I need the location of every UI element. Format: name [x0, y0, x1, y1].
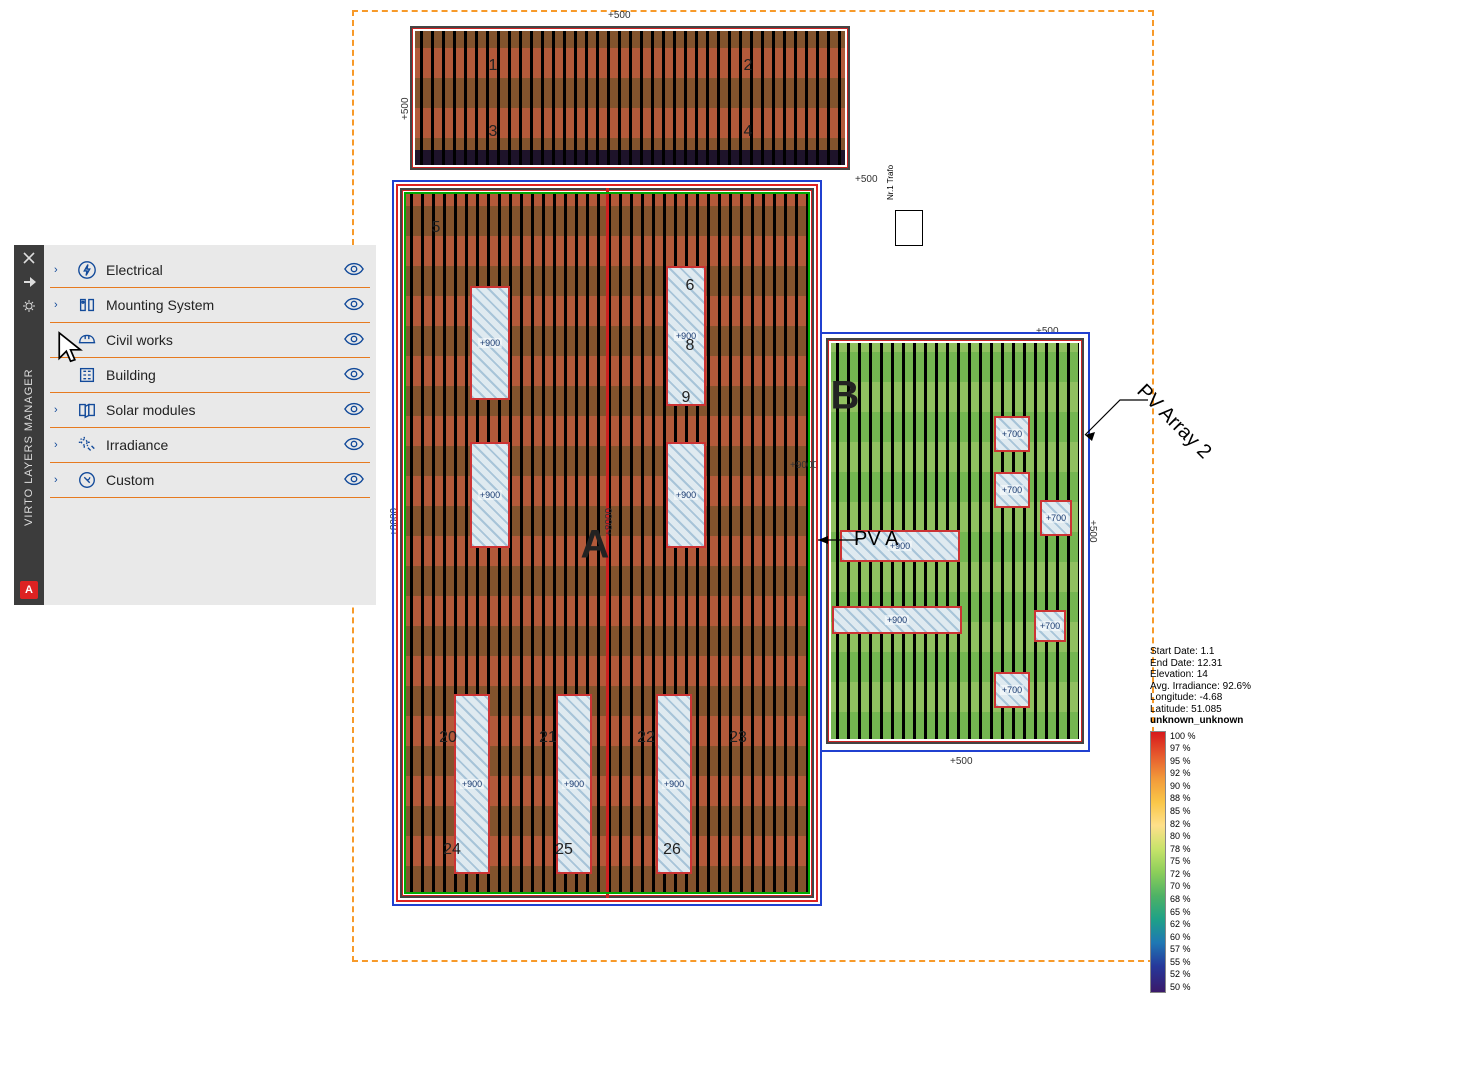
zone-number: 24 — [443, 841, 461, 859]
chevron-right-icon[interactable]: › — [54, 474, 68, 486]
zone-number: 3 — [489, 123, 498, 141]
layer-row-irradiance[interactable]: › Irradiance — [50, 428, 370, 463]
callout-pv-array-2: PV Array 2 — [1148, 380, 1244, 403]
dim-rroof-right: +500 — [1087, 520, 1098, 543]
chevron-right-icon[interactable]: › — [54, 439, 68, 451]
pv-array-top[interactable] — [410, 26, 850, 170]
skylight: +900 — [666, 442, 706, 548]
skylight: +700 — [1034, 610, 1066, 642]
irradiance-legend: Start Date: 1.1 End Date: 12.31 Elevatio… — [1150, 646, 1450, 993]
dim-rroof-top: +500 — [1036, 326, 1059, 337]
dim-left-main: +8000 — [389, 508, 400, 536]
zone-number: 2 — [744, 57, 753, 75]
eye-icon[interactable] — [344, 297, 366, 314]
colorbar-ticks: 100 %97 % 95 %92 % 90 %88 % 85 %82 % 80 … — [1170, 731, 1196, 993]
zone-number: 5 — [432, 219, 441, 237]
gear-icon[interactable] — [22, 299, 36, 313]
layer-row-custom[interactable]: › Custom — [50, 463, 370, 498]
zone-number: 6 — [686, 277, 695, 295]
chevron-right-icon[interactable]: › — [54, 264, 68, 276]
dim-right-main: +9000 — [790, 460, 818, 471]
layer-row-building[interactable]: › Building — [50, 358, 370, 393]
mounting-icon — [76, 294, 98, 316]
zone-number: 26 — [663, 841, 681, 859]
zone-number: 1 — [489, 57, 498, 75]
dim-top: +500 — [608, 10, 631, 21]
zone-number: 23 — [729, 729, 747, 747]
layer-name: Solar modules — [106, 402, 336, 418]
wrench-gear-icon — [76, 469, 98, 491]
dim-mid-main: +8000 — [604, 508, 615, 536]
dim-right-top: +500 — [855, 174, 878, 185]
skylight: +700 — [994, 472, 1030, 508]
section-label-B: B — [831, 374, 860, 419]
skylight: +700 — [994, 672, 1030, 708]
eye-icon[interactable] — [344, 367, 366, 384]
skylight: +900 — [470, 442, 510, 548]
layers-manager-palette[interactable]: VIRTO LAYERS MANAGER A › Electrical › Mo… — [14, 245, 376, 605]
legend-colorbar: 100 %97 % 95 %92 % 90 %88 % 85 %82 % 80 … — [1150, 731, 1450, 993]
skylight: +700 — [994, 416, 1030, 452]
zone-number: 9 — [682, 389, 691, 407]
layer-row-mounting[interactable]: › Mounting System — [50, 288, 370, 323]
palette-title: VIRTO LAYERS MANAGER — [23, 323, 35, 571]
layer-row-solar[interactable]: › Solar modules — [50, 393, 370, 428]
chevron-right-icon[interactable]: › — [54, 404, 68, 416]
mouse-cursor-icon — [55, 330, 89, 364]
legend-meta: Start Date: 1.1 End Date: 12.31 Elevatio… — [1150, 646, 1450, 727]
layer-name: Electrical — [106, 262, 336, 278]
eye-icon[interactable] — [344, 262, 366, 279]
skylight: +900 — [832, 606, 962, 634]
layer-name: Custom — [106, 472, 336, 488]
layer-name: Building — [106, 367, 336, 383]
eye-icon[interactable] — [344, 402, 366, 419]
pin-icon[interactable] — [22, 275, 36, 289]
app-badge: A — [20, 581, 38, 599]
skylight: +700 — [1040, 500, 1072, 536]
transformer-label: Nr.1 Trafo — [886, 165, 895, 200]
eye-icon[interactable] — [344, 332, 366, 349]
palette-titlebar[interactable]: VIRTO LAYERS MANAGER A — [14, 245, 44, 605]
zone-number: 20 — [439, 729, 457, 747]
zone-number: 8 — [686, 337, 695, 355]
zone-number: 4 — [744, 123, 753, 141]
bolt-circle-icon — [76, 259, 98, 281]
callout-pv-a: PV A — [854, 528, 898, 551]
panels-icon — [76, 399, 98, 421]
colorbar — [1150, 731, 1166, 993]
chevron-right-icon[interactable]: › — [54, 299, 68, 311]
layers-list: › Electrical › Mounting System › Civil w… — [44, 245, 376, 605]
dim-rroof-bot: +500 — [950, 756, 973, 767]
eye-icon[interactable] — [344, 472, 366, 489]
layer-row-civil[interactable]: › Civil works — [50, 323, 370, 358]
close-icon[interactable] — [22, 251, 36, 265]
zone-number: 21 — [539, 729, 557, 747]
eye-icon[interactable] — [344, 437, 366, 454]
layer-name: Civil works — [106, 332, 336, 348]
layer-row-electrical[interactable]: › Electrical — [50, 253, 370, 288]
building-icon — [76, 364, 98, 386]
zone-number: 25 — [555, 841, 573, 859]
zone-number: 22 — [637, 729, 655, 747]
dim-top-left: +500 — [400, 97, 411, 120]
layer-name: Mounting System — [106, 297, 336, 313]
layer-name: Irradiance — [106, 437, 336, 453]
skylight: +900 — [470, 286, 510, 400]
transformer-symbol[interactable] — [895, 210, 923, 246]
sun-arrows-icon — [76, 434, 98, 456]
